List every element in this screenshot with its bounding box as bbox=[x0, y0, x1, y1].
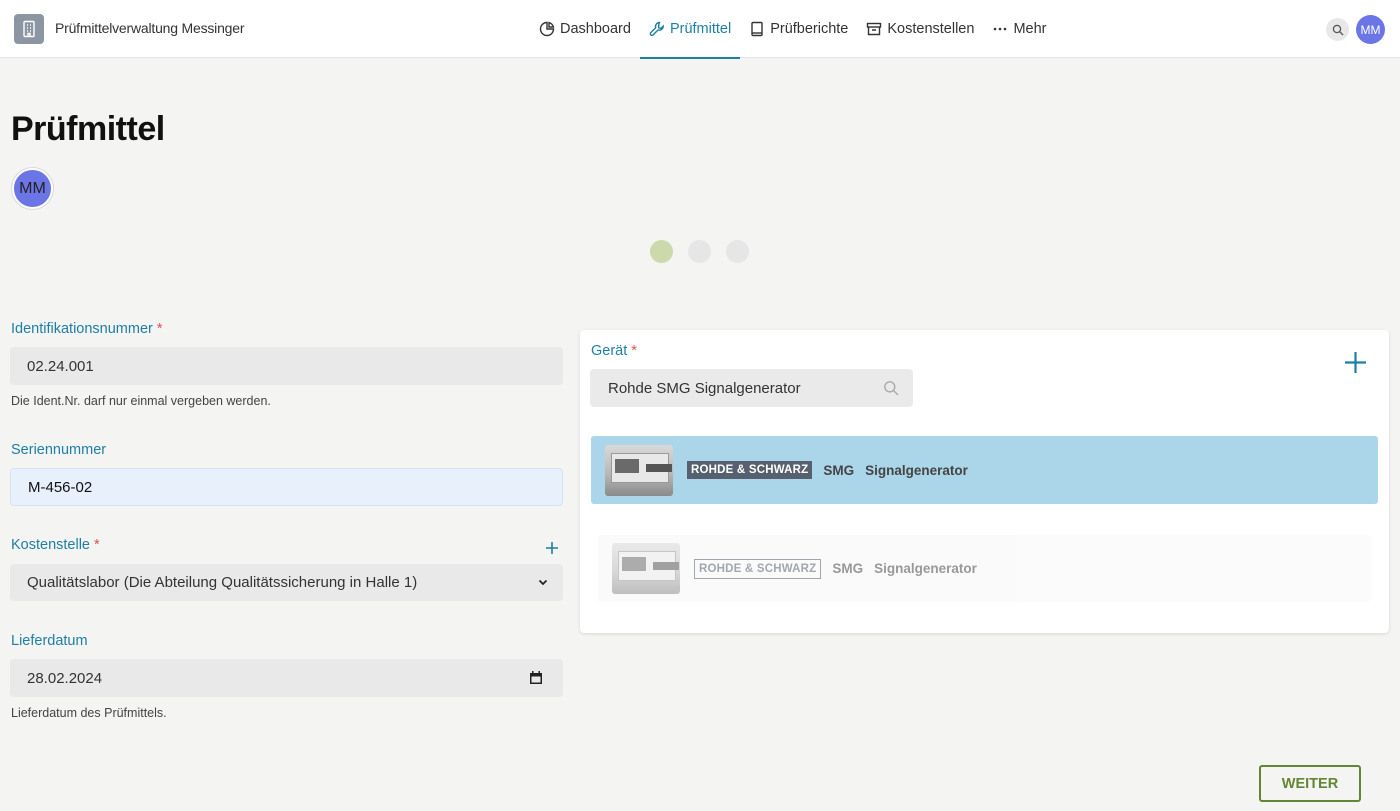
device-type: Signalgenerator bbox=[865, 462, 968, 478]
user-avatar[interactable]: MM bbox=[1356, 15, 1385, 44]
device-thumbnail bbox=[612, 543, 680, 594]
device-type: Signalgenerator bbox=[874, 561, 977, 576]
serial-label: Seriennummer bbox=[11, 442, 107, 458]
delivery-date-value: 28.02.2024 bbox=[27, 669, 103, 687]
pie-chart-icon bbox=[539, 21, 555, 37]
serial-field[interactable]: M-456-02 bbox=[10, 468, 563, 506]
more-dots-icon bbox=[994, 27, 1007, 31]
device-model: SMG bbox=[823, 462, 855, 478]
device-model: SMG bbox=[832, 561, 864, 576]
nav-item-label: Prüfberichte bbox=[770, 21, 849, 37]
device-result-selected[interactable]: ROHDE & SCHWARZ SMG Signalgenerator bbox=[591, 436, 1378, 504]
cost-center-value: Qualitätslabor (Die Abteilung Qualitätss… bbox=[27, 574, 418, 591]
nav-item-label: Mehr bbox=[1013, 21, 1047, 37]
ident-label-text: Identifikationsnummer bbox=[11, 321, 153, 337]
cost-center-label-text: Kostenstelle bbox=[11, 537, 90, 553]
nav-item-pruefberichte[interactable]: Prüfberichte bbox=[740, 0, 857, 58]
nav-item-label: Prüfmittel bbox=[669, 21, 732, 37]
delivery-date-field[interactable]: 28.02.2024 bbox=[10, 659, 563, 697]
required-marker: * bbox=[631, 343, 637, 359]
device-search-value: Rohde SMG Signalgenerator bbox=[608, 379, 801, 397]
step-dot-2 bbox=[688, 240, 711, 263]
cost-center-label: Kostenstelle * bbox=[11, 537, 100, 553]
book-icon bbox=[751, 21, 763, 37]
add-device-button[interactable] bbox=[1343, 350, 1368, 375]
device-label: Gerät * bbox=[591, 343, 637, 359]
search-icon bbox=[1332, 24, 1343, 35]
device-result[interactable]: ROHDE & SCHWARZ SMG Signalgenerator bbox=[598, 535, 1371, 602]
nav-item-kostenstellen[interactable]: Kostenstellen bbox=[857, 0, 983, 58]
delivery-hint: Lieferdatum des Prüfmittels. bbox=[11, 706, 167, 720]
cost-center-select[interactable]: Qualitätslabor (Die Abteilung Qualitätss… bbox=[10, 564, 563, 601]
nav-item-label: Kostenstellen bbox=[887, 21, 975, 37]
page-title: Prüfmittel bbox=[11, 110, 165, 148]
archive-icon bbox=[867, 22, 882, 36]
nav-item-mehr[interactable]: Mehr bbox=[983, 0, 1055, 58]
building-icon[interactable] bbox=[14, 14, 44, 44]
device-label-text: Gerät bbox=[591, 343, 628, 359]
nav-item-label: Dashboard bbox=[560, 21, 631, 37]
top-navigation-bar: Prüfmittelverwaltung Messinger Dashboard… bbox=[0, 0, 1400, 59]
search-icon bbox=[884, 381, 899, 396]
delivery-label: Lieferdatum bbox=[11, 633, 88, 649]
nav-item-dashboard[interactable]: Dashboard bbox=[530, 0, 640, 58]
step-dot-3 bbox=[726, 240, 749, 263]
ident-label: Identifikationsnummer * bbox=[11, 321, 163, 337]
avatar[interactable]: MM bbox=[12, 168, 53, 209]
brand-badge: ROHDE & SCHWARZ bbox=[694, 558, 822, 579]
calendar-icon[interactable] bbox=[529, 670, 543, 685]
ident-hint: Die Ident.Nr. darf nur einmal vergeben w… bbox=[11, 394, 271, 408]
app-title: Prüfmittelverwaltung Messinger bbox=[55, 20, 245, 36]
next-button[interactable]: WEITER bbox=[1259, 765, 1361, 802]
brand-badge: ROHDE & SCHWARZ bbox=[687, 461, 813, 479]
main-nav: Dashboard Prüfmittel Prüfberichte Kosten… bbox=[530, 0, 1055, 59]
required-marker: * bbox=[156, 321, 163, 337]
device-search-input[interactable]: Rohde SMG Signalgenerator bbox=[590, 369, 913, 407]
device-thumbnail bbox=[605, 444, 673, 496]
ident-field[interactable]: 02.24.001 bbox=[10, 347, 563, 385]
required-marker: * bbox=[94, 537, 100, 553]
step-indicator bbox=[650, 240, 749, 263]
search-button[interactable] bbox=[1326, 18, 1349, 41]
wrench-icon bbox=[649, 21, 664, 37]
step-dot-1 bbox=[650, 240, 673, 263]
device-panel: Gerät * Rohde SMG Signalgenerator ROHDE … bbox=[580, 330, 1389, 633]
nav-item-pruefmittel[interactable]: Prüfmittel bbox=[639, 0, 741, 59]
add-cost-center-button[interactable] bbox=[543, 539, 561, 557]
chevron-down-icon bbox=[538, 579, 548, 586]
